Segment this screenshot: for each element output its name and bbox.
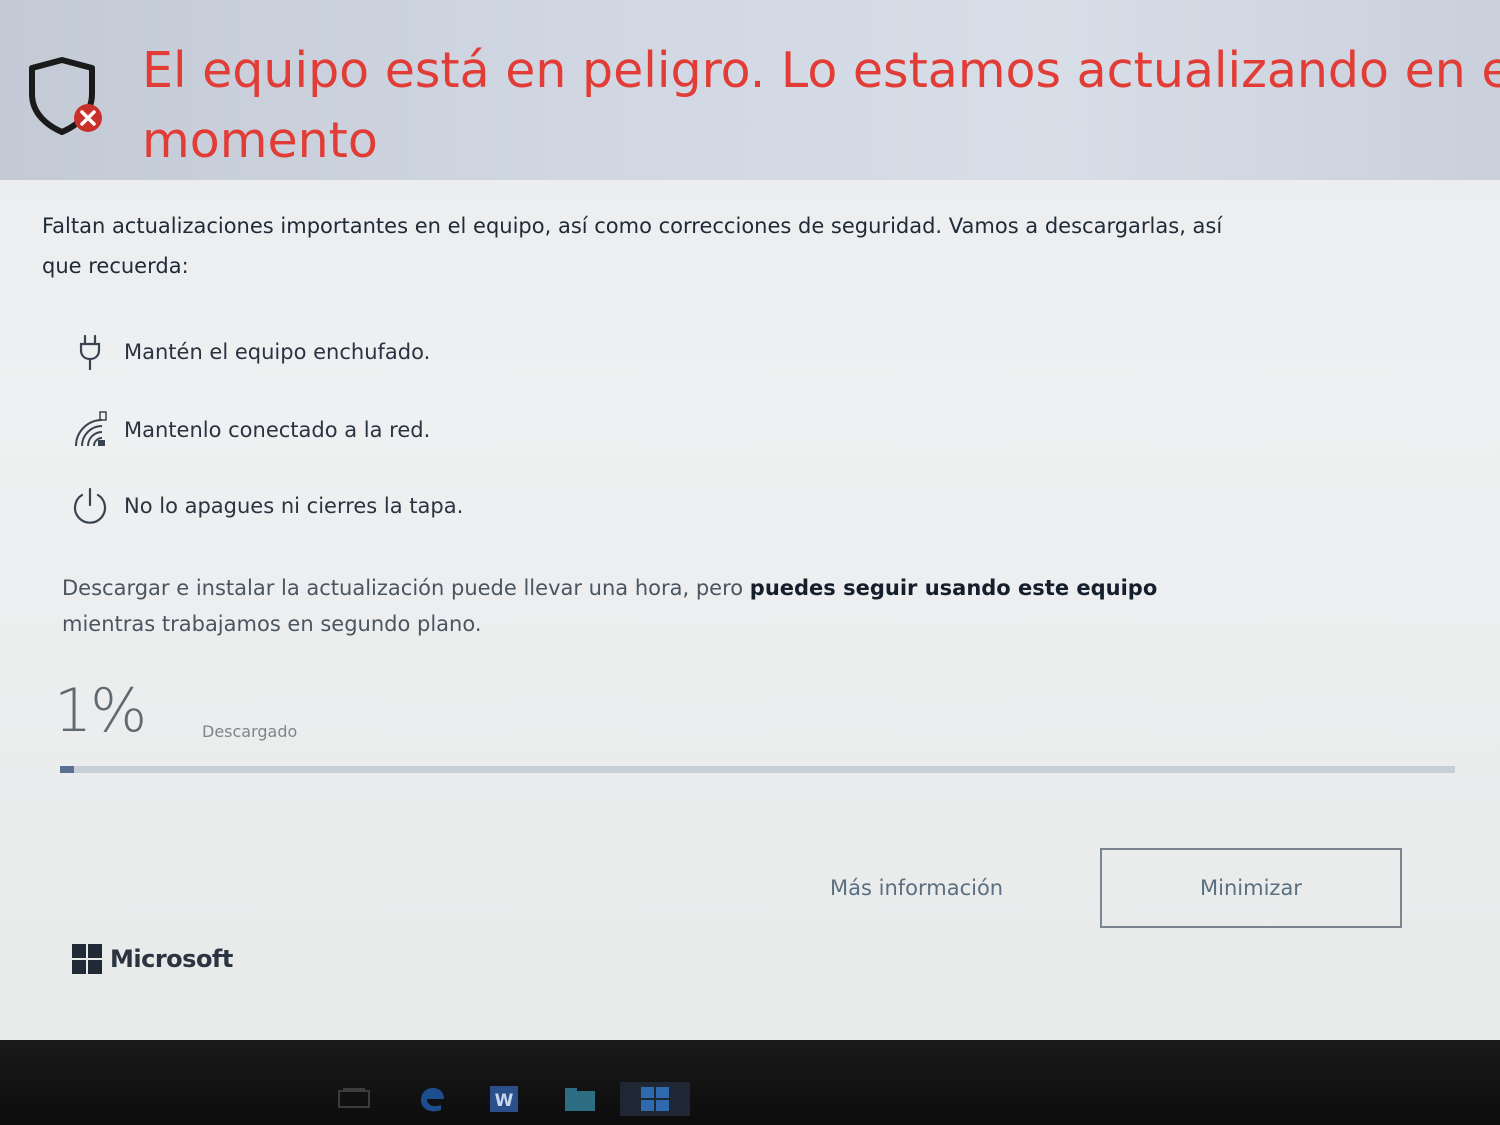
microsoft-wordmark: Microsoft <box>110 945 233 973</box>
tip-power: No lo apagues ni cierres la tapa. <box>66 484 463 528</box>
shield-error-icon <box>29 57 102 135</box>
note-text-after: mientras trabajamos en segundo plano. <box>62 612 482 636</box>
background-note: Descargar e instalar la actualización pu… <box>62 570 1242 642</box>
progress-bar <box>60 766 1455 773</box>
svg-text:W: W <box>495 1091 514 1111</box>
power-plug-icon <box>66 330 114 374</box>
note-text-bold: puedes seguir usando este equipo <box>749 576 1158 600</box>
tip-plugged-in: Mantén el equipo enchufado. <box>66 330 430 374</box>
microsoft-logo: Microsoft <box>72 944 233 974</box>
tip-network-text: Mantenlo conectado a la red. <box>124 418 431 442</box>
update-window: El equipo está en peligro. Lo estamos ac… <box>0 0 1500 1040</box>
tip-plugged-in-text: Mantén el equipo enchufado. <box>124 340 431 364</box>
edge-icon[interactable] <box>412 1082 452 1116</box>
page-title: El equipo está en peligro. Lo estamos ac… <box>142 36 1500 176</box>
power-icon <box>66 484 114 528</box>
wifi-network-icon <box>66 408 114 452</box>
title-line-2: momento <box>142 112 378 169</box>
progress-bar-fill <box>60 766 74 773</box>
tip-power-text: No lo apagues ni cierres la tapa. <box>124 494 464 518</box>
task-view-icon[interactable] <box>334 1082 374 1116</box>
tip-network: Mantenlo conectado a la red. <box>66 408 430 452</box>
more-info-link[interactable]: Más información <box>830 876 1003 900</box>
intro-text: Faltan actualizaciones importantes en el… <box>42 214 1223 278</box>
file-explorer-icon[interactable] <box>560 1082 600 1116</box>
windows-update-icon[interactable] <box>620 1082 690 1116</box>
taskbar <box>0 1040 1500 1125</box>
progress-percent: 1% <box>54 676 147 746</box>
note-text-before: Descargar e instalar la actualización pu… <box>62 576 750 600</box>
word-icon[interactable]: W <box>486 1082 522 1116</box>
title-line-1: El equipo está en peligro. Lo estamos ac… <box>142 42 1500 99</box>
header-banner: El equipo está en peligro. Lo estamos ac… <box>0 0 1500 180</box>
minimize-button[interactable]: Minimizar <box>1100 848 1402 928</box>
progress-status: Descargado <box>202 722 298 741</box>
microsoft-logo-icon <box>72 944 102 974</box>
